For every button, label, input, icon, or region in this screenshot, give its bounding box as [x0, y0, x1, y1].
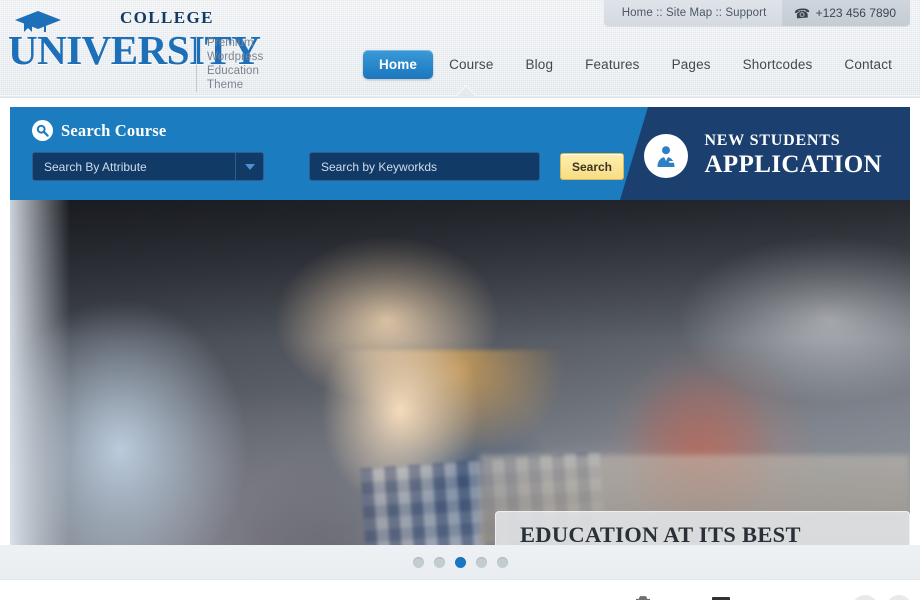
nav-item-pages-label: Pages	[671, 57, 711, 72]
search-heading-label: Search Course	[61, 120, 167, 140]
slider-pagination	[0, 545, 920, 579]
phone-number: +123 456 7890	[815, 6, 896, 20]
nav-item-home[interactable]: Home	[362, 50, 434, 79]
slide-top-shade	[10, 200, 910, 340]
nav-item-shortcodes-label: Shortcodes	[742, 57, 813, 72]
nav-item-blog[interactable]: Blog	[509, 50, 569, 79]
search-attribute-value: Search By Attribute	[44, 159, 147, 174]
utility-bar: Home :: Site Map :: Support ☎ +123 456 7…	[603, 0, 910, 26]
logo-tagline-line1: Premium Wordpress	[207, 37, 264, 63]
nav-item-contact-label: Contact	[844, 57, 892, 72]
page-root: Home :: Site Map :: Support ☎ +123 456 7…	[0, 0, 920, 600]
application-line1: NEW STUDENTS	[704, 132, 841, 149]
carousel-prev-button[interactable]	[852, 595, 878, 600]
slide-caption: EDUCATION AT ITS BEST Donec sed odio dui…	[495, 511, 910, 545]
nav-item-course-label: Course	[449, 57, 494, 72]
logo-tagline-line2: Education Theme	[207, 65, 260, 91]
slider-dot-1[interactable]	[412, 556, 424, 568]
search-submit-label: Search	[571, 159, 613, 174]
utility-links[interactable]: Home :: Site Map :: Support	[603, 0, 783, 26]
logo-tagline: Premium Wordpress Education Theme	[196, 36, 263, 92]
carousel-next-button[interactable]	[886, 595, 912, 600]
nav-item-contact[interactable]: Contact	[828, 50, 908, 79]
phone-icon: ☎	[793, 4, 812, 22]
nav-item-features[interactable]: Features	[569, 50, 655, 79]
active-nav-caret-icon	[456, 86, 476, 97]
main-navigation: Home Course Blog Features Pages Shortcod…	[362, 50, 908, 79]
search-submit-button[interactable]: Search	[560, 153, 624, 180]
site-logo[interactable]: COLLEGE UNIVERSITY Premium Wordpress Edu…	[8, 8, 263, 92]
slider-dot-4[interactable]	[475, 556, 487, 568]
search-icon	[32, 120, 53, 141]
search-keyword-placeholder: Search by Keyworkds	[321, 159, 438, 174]
nav-item-pages[interactable]: Pages	[656, 50, 727, 79]
search-keyword-field[interactable]: Search by Keyworkds	[309, 152, 540, 181]
slide-caption-title: EDUCATION AT ITS BEST	[520, 522, 801, 545]
slider-dot-2[interactable]	[433, 556, 445, 568]
search-attribute-select[interactable]: Search By Attribute	[32, 152, 264, 181]
phone-block[interactable]: ☎ +123 456 7890	[782, 0, 910, 26]
application-text: NEW STUDENTS APPLICATION	[704, 132, 882, 178]
nav-item-features-label: Features	[585, 57, 640, 72]
logo-college-word: COLLEGE	[120, 8, 214, 27]
nav-item-home-label: Home	[378, 57, 418, 72]
search-heading: Search Course	[32, 120, 166, 141]
nav-item-shortcodes[interactable]: Shortcodes	[727, 50, 829, 79]
slide-left-shade	[10, 200, 70, 545]
hero-slider[interactable]: EDUCATION AT ITS BEST Donec sed odio dui…	[10, 200, 910, 545]
chevron-down-icon[interactable]	[235, 153, 263, 180]
utility-links-label: Home :: Site Map :: Support	[621, 7, 767, 19]
partial-feature-icon	[636, 596, 650, 600]
slider-dot-3[interactable]	[454, 556, 466, 568]
below-fold-section	[0, 579, 920, 600]
student-profile-icon	[644, 133, 689, 178]
new-students-application[interactable]: NEW STUDENTS APPLICATION	[644, 132, 882, 178]
application-line2: APPLICATION	[704, 150, 882, 178]
search-controls: Search By Attribute Search by Keyworkds …	[32, 152, 624, 181]
nav-item-blog-label: Blog	[525, 57, 554, 72]
nav-item-course[interactable]: Course	[433, 50, 509, 79]
slider-dot-5[interactable]	[496, 556, 508, 568]
